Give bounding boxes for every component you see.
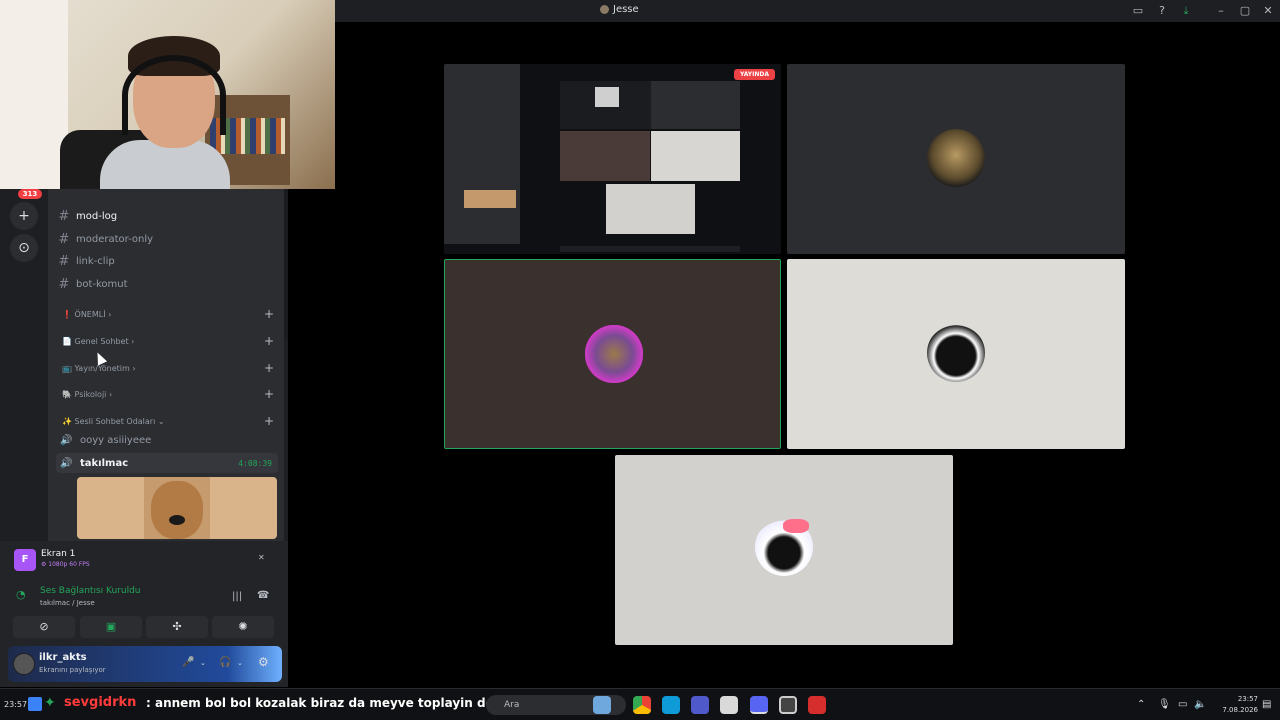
network-icon[interactable]: ▭	[1178, 699, 1187, 710]
sidebar: 313 + ⊙ # mod-log # moderator-only # lin…	[0, 189, 288, 687]
activities-button[interactable]: ✣	[146, 616, 208, 638]
window-title: Jesse	[600, 4, 700, 15]
chrome-icon[interactable]	[633, 696, 651, 714]
hash-icon: #	[58, 276, 70, 292]
obs-icon[interactable]	[779, 696, 797, 714]
maximize-button[interactable]: ▢	[1238, 4, 1252, 18]
channel-bot-komut[interactable]: # bot-komut	[56, 274, 278, 294]
avatar-icon	[600, 5, 609, 14]
speaker-icon: 🔊	[60, 457, 73, 469]
stream-preview-thumbnail[interactable]	[77, 477, 277, 539]
notification-icon[interactable]: ▤	[1262, 699, 1271, 710]
volume-icon[interactable]: 🔈	[1194, 699, 1206, 710]
edge-icon[interactable]	[662, 696, 680, 714]
user-status: Ekranını paylaşıyor	[39, 666, 106, 674]
teams-icon[interactable]	[691, 696, 709, 714]
avatar	[585, 325, 643, 383]
chevron-down-icon[interactable]: ⌄	[200, 659, 206, 667]
app-red-icon[interactable]	[808, 696, 826, 714]
app-icon	[28, 697, 42, 711]
camera-off-icon: ⊘	[39, 620, 49, 633]
channel-mod-log[interactable]: # mod-log	[56, 206, 278, 226]
category-psikoloji[interactable]: 🐘 Psikoloji › +	[56, 386, 278, 402]
category-sesli-sohbet[interactable]: ✨ Sesli Sohbet Odaları ⌄ +	[56, 413, 278, 429]
channel-scrollbar[interactable]	[284, 189, 288, 339]
connection-icon: ◔	[16, 588, 26, 601]
sparkle-icon: ✦	[44, 695, 56, 711]
add-channel-icon[interactable]: +	[264, 361, 278, 375]
notification-badge: 313	[18, 189, 42, 199]
discover-icon[interactable]: ⊙	[10, 234, 38, 262]
channel-list: # mod-log # moderator-only # link-clip #…	[48, 189, 284, 541]
screen-share-button[interactable]: ▣	[80, 616, 142, 638]
avatar	[927, 129, 985, 187]
camera-off-button[interactable]: ⊘	[13, 616, 75, 638]
hash-icon: #	[58, 253, 70, 269]
chat-username: sevgidrkn	[64, 695, 137, 710]
add-channel-icon[interactable]: +	[264, 387, 278, 401]
add-channel-icon[interactable]: +	[264, 334, 278, 348]
minimize-button[interactable]: –	[1214, 4, 1228, 18]
stream-title: Ekran 1	[41, 549, 76, 559]
system-clock[interactable]: 23:57 7.08.2026	[1210, 694, 1258, 716]
taskbar: 23:57 ✦ sevgidrkn : annem bol bol kozala…	[0, 688, 1280, 720]
soundboard-button[interactable]: ✺	[212, 616, 274, 638]
video-tile-user-5[interactable]	[615, 455, 953, 645]
username[interactable]: ilkr_akts	[39, 652, 87, 663]
voice-location[interactable]: takılmac / Jesse	[40, 599, 95, 607]
microphone-icon[interactable]: 🎙	[1158, 699, 1171, 710]
add-channel-icon[interactable]: +	[264, 414, 278, 428]
overlay-time: 23:57	[4, 700, 28, 709]
avatar	[927, 324, 985, 382]
gear-icon[interactable]: ⚙	[258, 655, 269, 669]
live-badge: YAYINDA	[734, 69, 775, 80]
microphone-icon[interactable]: 🎤	[182, 657, 194, 668]
chat-message: : annem bol bol kozalak biraz da meyve t…	[146, 696, 507, 710]
stream-quality: ⚙ 1080p 60 FPS	[41, 561, 90, 568]
soundboard-icon: ✺	[238, 620, 248, 633]
voice-status[interactable]: Ses Bağlantısı Kuruldu	[40, 586, 140, 596]
hash-icon: #	[58, 208, 70, 224]
bottom-panels: F Ekran 1 ⚙ 1080p 60 FPS ✕ ◔ Ses Bağlant…	[0, 541, 288, 687]
add-server-icon[interactable]: +	[10, 202, 38, 230]
screen-share-icon: ▣	[105, 620, 117, 633]
stop-stream-icon[interactable]: ✕	[258, 553, 268, 563]
video-tile-screen-share[interactable]	[444, 64, 781, 254]
stream-source-icon: F	[14, 549, 36, 571]
discord-icon[interactable]	[750, 696, 768, 714]
bow-decoration	[783, 519, 809, 533]
channel-link-clip[interactable]: # link-clip	[56, 251, 278, 271]
disconnect-icon[interactable]: ☎	[257, 590, 269, 601]
user-panel: ilkr_akts Ekranını paylaşıyor 🎤 ⌄ 🎧 ⌄ ⚙	[8, 646, 282, 682]
chevron-down-icon[interactable]: ⌄	[237, 659, 243, 667]
category-genel-sohbet[interactable]: 📄 Genel Sohbet › +	[56, 333, 278, 349]
category-onemli[interactable]: ❗ ÖNEMLİ › +	[56, 306, 278, 322]
help-icon[interactable]: ?	[1155, 4, 1169, 18]
server-list: 313 + ⊙	[0, 189, 48, 541]
download-icon[interactable]: ⤓	[1179, 4, 1193, 18]
add-channel-icon[interactable]: +	[264, 307, 278, 321]
speaker-icon: 🔊	[60, 434, 73, 446]
hash-icon: #	[58, 231, 70, 247]
chevron-up-icon[interactable]: ⌃	[1137, 699, 1145, 710]
activities-icon: ✣	[172, 620, 182, 633]
noise-suppression-icon[interactable]: |||	[232, 591, 242, 602]
voice-duration: 4:08:39	[238, 458, 272, 468]
avatar[interactable]	[13, 653, 35, 675]
webcam-overlay	[0, 0, 335, 189]
headphones-icon[interactable]: 🎧	[219, 657, 231, 668]
inbox-icon[interactable]: ▭	[1131, 4, 1145, 18]
voice-channel-takilmac[interactable]: 🔊 takılmac 4:08:39	[56, 453, 278, 473]
widget-icon[interactable]	[593, 696, 611, 714]
category-yayin-yonetim[interactable]: 📺 Yayın/Yönetim › +	[56, 360, 278, 376]
video-tile-user-4[interactable]	[787, 259, 1125, 449]
video-tile-user-2[interactable]	[787, 64, 1125, 254]
channel-moderator-only[interactable]: # moderator-only	[56, 229, 278, 249]
voice-channel-ooyy[interactable]: 🔊 ooyy asiiiyeee	[56, 430, 278, 450]
close-button[interactable]: ✕	[1261, 4, 1275, 18]
snipping-tool-icon[interactable]	[720, 696, 738, 714]
video-tile-user-3-speaking[interactable]	[444, 259, 781, 449]
